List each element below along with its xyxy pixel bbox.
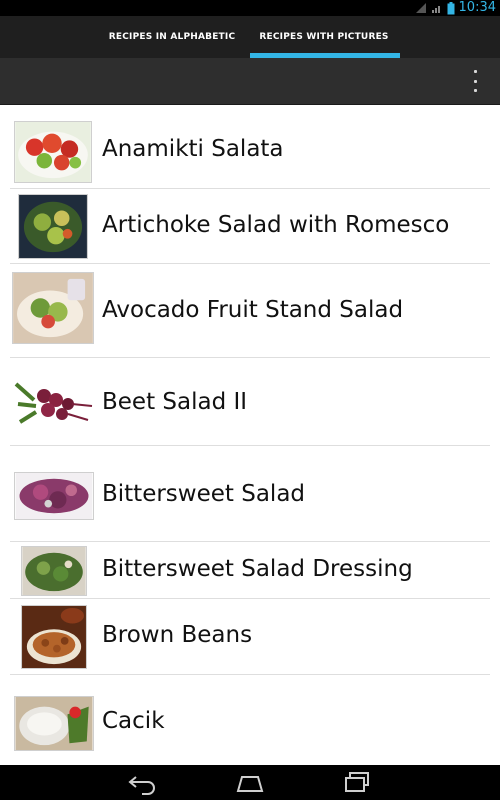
beets-image <box>14 374 94 432</box>
overflow-menu-icon[interactable] <box>472 70 478 92</box>
recipe-label: Brown Beans <box>102 622 253 648</box>
yogurt-image <box>14 696 94 751</box>
signal-icon <box>431 6 440 13</box>
list-item[interactable]: Bittersweet Salad <box>0 446 500 542</box>
action-bar <box>0 58 500 105</box>
status-bar: 10:34 <box>0 0 500 16</box>
tab-bar: RECIPES IN ALPHABETIC RECIPES WITH PICTU… <box>0 16 500 58</box>
salad-artichoke-image <box>18 194 88 259</box>
recipe-label: Avocado Fruit Stand Salad <box>102 297 404 323</box>
back-icon[interactable] <box>122 769 162 796</box>
salad-red-image <box>14 121 92 183</box>
home-icon[interactable] <box>230 769 270 796</box>
recipe-label: Beet Salad II <box>102 389 248 415</box>
recipe-label: Anamikti Salata <box>102 136 284 162</box>
salad-purple-image <box>14 472 94 520</box>
salad-greens-image <box>21 546 87 596</box>
list-item[interactable]: Cacik <box>0 675 500 765</box>
recents-icon[interactable] <box>338 769 378 796</box>
list-item[interactable]: Artichoke Salad with Romesco <box>0 189 500 264</box>
recipe-list[interactable]: Anamikti Salata Artichoke Salad with Rom… <box>0 105 500 765</box>
recipe-label: Artichoke Salad with Romesco <box>102 212 450 238</box>
list-item[interactable]: Brown Beans <box>0 599 500 675</box>
list-item[interactable]: Beet Salad II <box>0 358 500 446</box>
recipe-label: Bittersweet Salad <box>102 481 306 507</box>
list-item[interactable]: Avocado Fruit Stand Salad <box>0 264 500 358</box>
recipe-label: Bittersweet Salad Dressing <box>102 556 413 582</box>
clock: 10:34 <box>458 0 496 15</box>
battery-icon <box>447 1 455 14</box>
beans-image <box>21 605 87 669</box>
tab-recipes-alphabetic[interactable]: RECIPES IN ALPHABETIC <box>92 16 252 58</box>
wifi-off-icon <box>415 3 426 13</box>
salad-avocado-image <box>12 272 94 344</box>
list-item[interactable]: Bittersweet Salad Dressing <box>0 542 500 599</box>
tab-recipes-with-pictures[interactable]: RECIPES WITH PICTURES <box>244 16 404 58</box>
navigation-bar <box>0 765 500 800</box>
recipe-label: Cacik <box>102 708 165 734</box>
list-item[interactable]: Anamikti Salata <box>0 105 500 189</box>
